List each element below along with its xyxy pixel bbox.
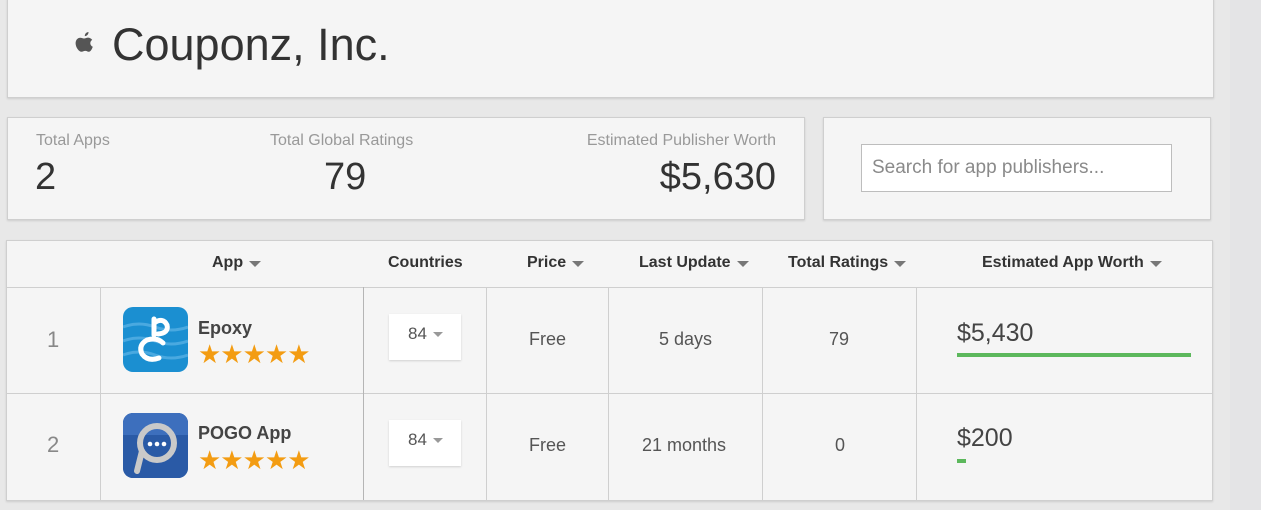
column-header-estimated-worth[interactable]: Estimated App Worth [982, 254, 1162, 272]
page-title: Couponz, Inc. [112, 19, 390, 70]
sort-caret-icon [572, 260, 585, 267]
last-update-cell: 5 days [659, 329, 713, 349]
price-cell: Free [529, 329, 567, 349]
column-divider [486, 287, 487, 500]
last-update-cell: 21 months [642, 435, 727, 455]
page-gutter [1230, 0, 1261, 510]
column-divider [363, 287, 364, 500]
column-divider [762, 287, 763, 500]
star-rating: ★★★★★ [198, 339, 311, 369]
chevron-down-icon [432, 438, 443, 444]
epoxy-app-icon[interactable] [123, 307, 188, 372]
publisher-header: Couponz, Inc. [7, 0, 1214, 98]
app-name-link[interactable]: Epoxy [198, 318, 252, 339]
column-header-last-update[interactable]: Last Update [639, 254, 749, 272]
total-ratings-cell: 0 [835, 435, 846, 455]
column-header-price[interactable]: Price [527, 254, 585, 272]
publisher-stats: Total Apps 2 Total Global Ratings 79 Est… [7, 117, 805, 220]
total-ratings-cell: 79 [829, 329, 850, 349]
chevron-down-icon [432, 332, 443, 338]
sort-caret-icon [894, 260, 907, 267]
price-cell: Free [529, 435, 567, 455]
apple-icon [75, 32, 93, 52]
row-rank: 2 [47, 432, 60, 457]
worth-bar [957, 353, 1191, 357]
app-worth-value: $200 [957, 424, 1013, 452]
column-divider [608, 287, 609, 500]
sort-caret-icon [736, 260, 749, 267]
total-apps-label: Total Apps [36, 132, 110, 149]
column-header-total-ratings[interactable]: Total Ratings [788, 254, 907, 272]
total-ratings-value: 79 [324, 156, 367, 198]
worth-bar [957, 459, 966, 463]
column-divider [916, 287, 917, 500]
app-name-link[interactable]: POGO App [198, 423, 291, 444]
total-apps-value: 2 [35, 156, 57, 198]
row-rank: 1 [47, 327, 60, 352]
column-header-app[interactable]: App [212, 254, 262, 272]
countries-dropdown[interactable]: 84 [389, 314, 461, 360]
column-header-countries[interactable]: Countries [388, 254, 463, 272]
star-rating: ★★★★★ [198, 445, 311, 475]
sort-caret-icon [249, 260, 262, 267]
search-card [823, 117, 1211, 220]
sort-caret-icon [1149, 260, 1162, 267]
pogo-app-icon[interactable] [123, 413, 188, 478]
countries-dropdown[interactable]: 84 [389, 420, 461, 466]
apps-table: App Countries Price Last Update Total Ra… [6, 240, 1213, 501]
total-ratings-label: Total Global Ratings [270, 132, 414, 149]
publisher-search-input[interactable] [861, 144, 1172, 192]
table-divider [7, 287, 1212, 288]
column-divider [100, 287, 101, 500]
publisher-worth-value: $5,630 [659, 156, 776, 198]
publisher-worth-label: Estimated Publisher Worth [586, 132, 776, 149]
table-divider [7, 393, 1212, 394]
app-worth-value: $5,430 [957, 319, 1034, 347]
